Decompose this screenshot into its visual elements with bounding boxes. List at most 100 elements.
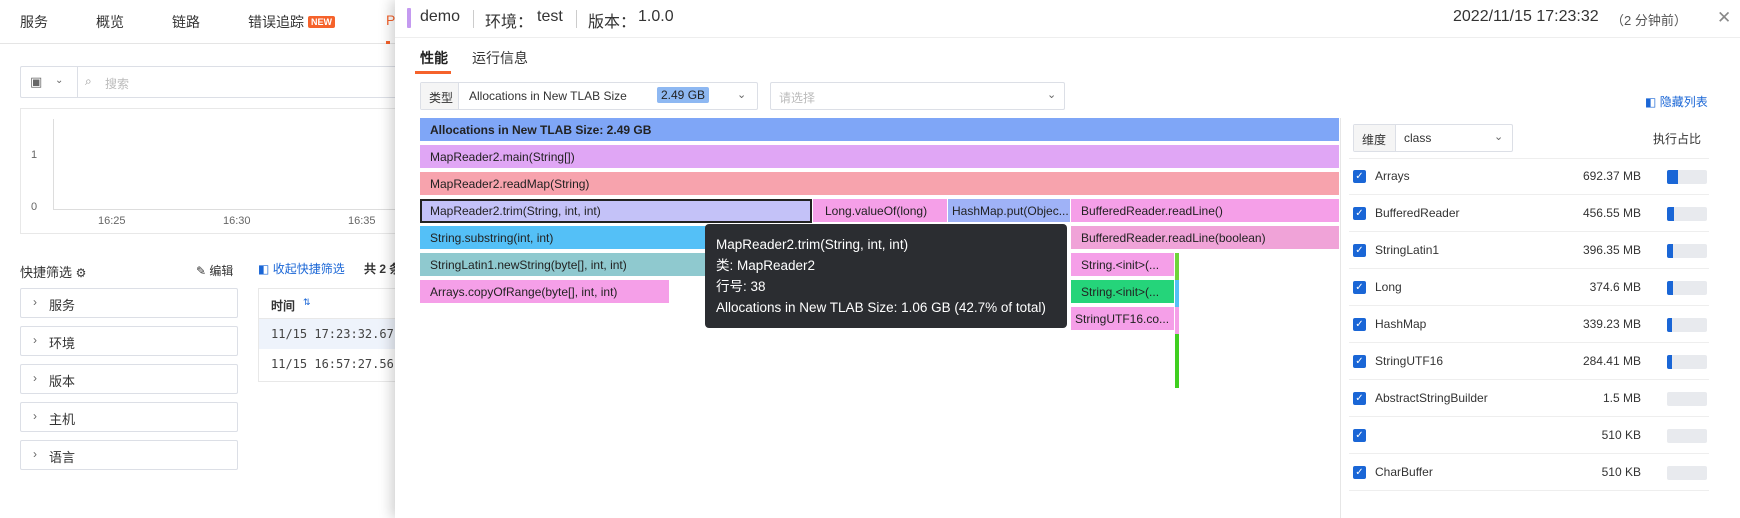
chevron-right-icon: › [33,409,37,423]
filter-placeholder: 请选择 [779,91,816,105]
table-row[interactable]: 11/15 17:23:32.67 [259,319,399,349]
nav-traces[interactable]: 链路 [172,12,200,32]
chevron-down-icon: ⌄ [1047,89,1057,101]
checkbox-checked[interactable]: ✓ [1353,244,1366,257]
class-row[interactable]: ✓ 510 KB [1349,418,1709,454]
dimension-value: class [1404,131,1432,145]
chevron-right-icon: › [33,371,37,385]
filter-type-icon[interactable]: ▣ [30,74,42,90]
search-icon: ⌕ [85,74,92,88]
class-row[interactable]: ✓ BufferedReader 456.55 MB [1349,196,1709,232]
edit-filters-button[interactable]: ✎ 编辑 [196,262,233,279]
dimension-label-box: 维度 [1354,125,1396,151]
flame-frame[interactable]: String.<init>(... [1071,280,1175,304]
bg-chart: 1 0 16:25 16:30 16:35 [20,108,400,234]
search-input[interactable]: 搜索 [105,75,129,92]
bg-search-bar[interactable]: ▣ ⌄ ⌕ 搜索 [20,66,400,98]
quick-filter-title: 快捷筛选 ⚙ [20,262,86,281]
filter-label: 版本 [49,374,76,389]
tab-performance[interactable]: 性能 [420,48,448,68]
flame-frame[interactable]: BufferedReader.readLine() [1071,199,1340,223]
chevron-down-icon: ⌄ [737,89,747,101]
class-name: CharBuffer [1375,465,1433,479]
close-icon[interactable]: ✕ [1717,8,1731,28]
class-row[interactable]: ✓ CharBuffer 510 KB [1349,455,1709,491]
sort-icon[interactable]: ⇅ [303,297,311,308]
gear-icon[interactable]: ⚙ [76,266,87,280]
col-time[interactable]: 时间 [271,297,295,314]
class-value: 692.37 MB [1582,169,1641,183]
nav-error-tracking[interactable]: 错误追踪 NEW [248,12,335,32]
class-value: 510 KB [1601,465,1641,479]
checkbox-checked[interactable]: ✓ [1353,281,1366,294]
class-value: 339.23 MB [1582,317,1641,331]
filter-service[interactable]: › 服务 [20,288,238,318]
table-header: 时间 ⇅ [259,289,399,319]
y-tick: 1 [31,149,38,161]
ratio-bar-fill [1667,244,1674,258]
ratio-bar [1667,318,1707,332]
service-color-marker [407,8,411,28]
filter-label: 服务 [49,298,76,313]
checkbox-checked[interactable]: ✓ [1353,170,1366,183]
hide-list-label: 隐藏列表 [1659,95,1708,109]
class-row[interactable]: ✓ Long 374.6 MB [1349,270,1709,306]
hide-list-button[interactable]: ◧ 隐藏列表 [1645,93,1708,110]
class-row[interactable]: ✓ Arrays 692.37 MB [1349,159,1709,195]
checkbox-checked[interactable]: ✓ [1353,466,1366,479]
chevron-down-icon[interactable]: ⌄ [55,75,63,86]
nav-active-indicator [386,0,390,44]
checkbox-checked[interactable]: ✓ [1353,429,1366,442]
service-name: demo [420,8,461,25]
filter-host[interactable]: › 主机 [20,402,238,432]
quick-filter-title-label: 快捷筛选 [20,265,73,280]
flame-frame-thin[interactable] [1175,334,1179,388]
filter-language[interactable]: › 语言 [20,440,238,470]
flame-frame[interactable]: HashMap.put(Objec... [948,199,1071,223]
flame-frame[interactable]: StringUTF16.co... [1071,307,1175,331]
flame-frame[interactable]: MapReader2.readMap(String) [420,172,1340,196]
nav-overview[interactable]: 概览 [96,12,124,32]
class-row[interactable]: ✓ StringLatin1 396.35 MB [1349,233,1709,269]
checkbox-checked[interactable]: ✓ [1353,207,1366,220]
flame-root[interactable]: Allocations in New TLAB Size: 2.49 GB [420,118,1340,142]
flame-frame-selected[interactable]: MapReader2.trim(String, int, int) [420,199,812,223]
checkbox-checked[interactable]: ✓ [1353,318,1366,331]
timestamp: 2022/11/15 17:23:32 [1453,8,1599,25]
type-label-box: 类型 [421,83,459,109]
ratio-bar [1667,392,1707,406]
filter-version[interactable]: › 版本 [20,364,238,394]
checkbox-checked[interactable]: ✓ [1353,355,1366,368]
flame-frame[interactable]: Long.valueOf(long) [813,199,948,223]
flame-frame-thin[interactable] [1175,280,1179,307]
flame-frame-thin[interactable] [1175,253,1179,280]
tooltip-value: Allocations in New TLAB Size: 1.06 GB (4… [716,300,1046,315]
x-tick: 16:25 [98,215,126,227]
table-row[interactable]: 11/15 16:57:27.56 [259,349,399,379]
flame-frame[interactable]: Arrays.copyOfRange(byte[], int, int) [420,280,670,304]
checkbox-checked[interactable]: ✓ [1353,392,1366,405]
flame-tooltip: MapReader2.trim(String, int, int) 类: Map… [705,224,1067,328]
edit-label: 编辑 [209,264,234,278]
flame-frame[interactable]: BufferedReader.readLine(boolean) [1071,226,1340,250]
tab-runtime-info[interactable]: 运行信息 [472,48,528,68]
flame-frame[interactable]: MapReader2.main(String[]) [420,145,1340,169]
filter-env[interactable]: › 环境 [20,326,238,356]
class-name: HashMap [1375,317,1427,331]
collapse-quick-filter-button[interactable]: ◧ 收起快捷筛选 [258,260,345,277]
row-time: 11/15 16:57:27.56 [271,357,394,371]
x-tick: 16:30 [223,215,251,227]
class-row[interactable]: ✓ StringUTF16 284.41 MB [1349,344,1709,380]
type-select[interactable]: 类型 Allocations in New TLAB Size 2.49 GB … [420,82,758,110]
filter-select[interactable]: 请选择 ⌄ [770,82,1065,110]
flame-frame[interactable]: String.<init>(... [1071,253,1175,277]
relative-time: （2 分钟前） [1611,13,1687,28]
nav-services[interactable]: 服务 [20,12,48,32]
class-row[interactable]: ✓ HashMap 339.23 MB [1349,307,1709,343]
dimension-select[interactable]: 维度 class ⌄ [1353,124,1513,152]
flame-frame-thin[interactable] [1175,307,1179,334]
class-list-panel: 维度 class ⌄ 执行占比 ✓ Arrays 692.37 MB ✓ Buf… [1340,118,1720,518]
class-row[interactable]: ✓ AbstractStringBuilder 1.5 MB [1349,381,1709,417]
type-value: Allocations in New TLAB Size [469,89,627,103]
tab-active-underline [415,71,451,74]
